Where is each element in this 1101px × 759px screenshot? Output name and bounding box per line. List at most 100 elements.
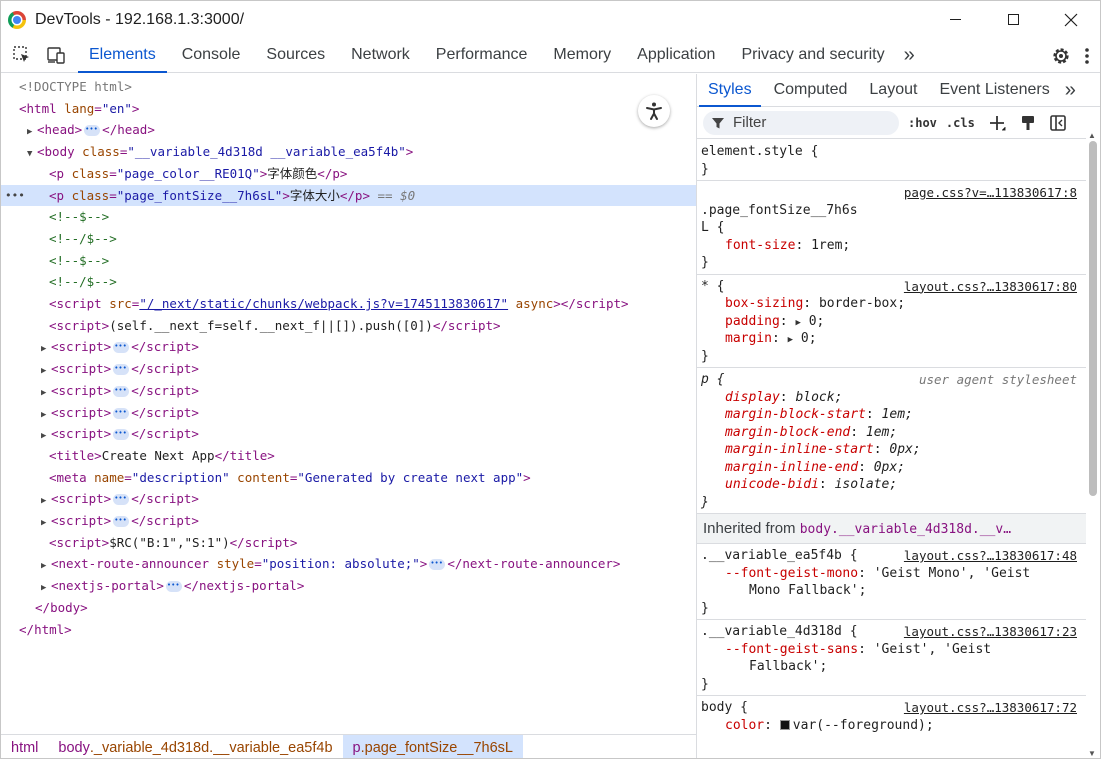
dom-node-body-close[interactable]: </body>: [1, 597, 696, 619]
dom-node-nextjs-portal[interactable]: ▶<nextjs-portal></nextjs-portal>: [1, 575, 696, 597]
styles-scrollbar[interactable]: ▲ ▼: [1086, 131, 1100, 758]
style-rule-user-agent-p[interactable]: user agent stylesheet p { display: block…: [697, 368, 1087, 514]
tag-name: next-route-announcer: [462, 556, 613, 572]
dom-node-html[interactable]: <html lang="en">: [1, 98, 696, 120]
tab-application[interactable]: Application: [624, 38, 728, 73]
ellipsis-icon[interactable]: [84, 119, 101, 141]
scroll-up-icon[interactable]: ▲: [1088, 131, 1096, 140]
dom-node-script[interactable]: ▶<script></script>: [1, 488, 696, 510]
inspect-icon: [13, 46, 29, 62]
dom-node-comment[interactable]: <!--/$-->: [1, 271, 696, 293]
expand-shorthand-icon[interactable]: ▶: [795, 318, 800, 328]
dom-node-script[interactable]: ▶<script></script>: [1, 423, 696, 445]
settings-gear-icon[interactable]: [1050, 45, 1072, 67]
tab-memory[interactable]: Memory: [540, 38, 624, 73]
rule-source-link[interactable]: layout.css?…13830617:72: [904, 700, 1077, 715]
more-tabs-button[interactable]: »: [898, 38, 921, 73]
color-swatch[interactable]: [779, 720, 790, 730]
style-rule-page-fontsize[interactable]: page.css?v=…113830617:8 .page_fontSize__…: [697, 181, 1087, 275]
hover-state-button[interactable]: :hov: [908, 116, 937, 130]
dom-node-script-rc[interactable]: <script>$RC("B:1","S:1")</script>: [1, 532, 696, 554]
ellipsis-icon[interactable]: [113, 423, 130, 445]
tab-event-listeners[interactable]: Event Listeners: [928, 74, 1060, 107]
new-style-rule-button[interactable]: [987, 113, 1007, 133]
dom-node-script-webpack[interactable]: <script src="/_next/static/chunks/webpac…: [1, 293, 696, 315]
ellipsis-icon[interactable]: [113, 488, 130, 510]
breadcrumb-html[interactable]: html: [1, 735, 48, 758]
style-property[interactable]: --font-geist-sans: 'Geist', 'Geist: [701, 641, 1087, 659]
styles-filter-input[interactable]: Filter: [703, 110, 899, 135]
dom-node-script[interactable]: ▶<script></script>: [1, 402, 696, 424]
style-property[interactable]: font-size: 1rem;: [701, 237, 1087, 255]
ellipsis-icon[interactable]: [165, 575, 182, 597]
dom-node-title[interactable]: <title>Create Next App</title>: [1, 445, 696, 467]
inherited-label: Inherited from: [703, 520, 796, 537]
ellipsis-icon[interactable]: [429, 553, 446, 575]
rendering-emulation-button[interactable]: [1019, 114, 1037, 132]
style-property[interactable]: color: var(--foreground);: [701, 717, 1087, 735]
tab-performance[interactable]: Performance: [423, 38, 541, 73]
dom-node-body[interactable]: ▼ <body class="__variable_4d318d __variab…: [1, 141, 696, 163]
accessibility-tree-button[interactable]: [638, 95, 670, 127]
toggle-sidebar-button[interactable]: [1049, 114, 1067, 132]
ellipsis-icon[interactable]: [113, 336, 130, 358]
dom-node-comment[interactable]: <!--/$-->: [1, 228, 696, 250]
rule-source-link[interactable]: layout.css?…13830617:48: [904, 548, 1077, 563]
style-rule-variable-4d318d[interactable]: layout.css?…13830617:23 .__variable_4d31…: [697, 620, 1087, 696]
tab-sources[interactable]: Sources: [253, 38, 338, 73]
tab-computed[interactable]: Computed: [763, 74, 859, 107]
inspect-element-button[interactable]: [10, 43, 34, 67]
breadcrumb-p[interactable]: p .page_fontSize__7h6sL: [342, 735, 523, 758]
tab-layout[interactable]: Layout: [858, 74, 928, 107]
node-actions-icon[interactable]: •••: [5, 185, 25, 207]
ellipsis-icon[interactable]: [113, 402, 130, 423]
dom-node-comment[interactable]: <!--$-->: [1, 250, 696, 272]
style-rule-body[interactable]: layout.css?…13830617:72 body { color: va…: [697, 696, 1087, 736]
dom-node-comment[interactable]: <!--$-->: [1, 206, 696, 228]
dom-node-doctype[interactable]: <!DOCTYPE html>: [1, 76, 696, 98]
style-property[interactable]: --font-geist-mono: 'Geist Mono', 'Geist: [701, 565, 1087, 583]
dom-node-p-color[interactable]: <p class="page_color__RE01Q">字体颜色</p>: [1, 163, 696, 185]
dom-node-p-fontsize-selected[interactable]: ••• <p class="page_fontSize__7h6sL">字体大小<…: [1, 184, 696, 207]
scroll-down-icon[interactable]: ▼: [1088, 749, 1096, 758]
rule-source-link[interactable]: page.css?v=…113830617:8: [904, 185, 1077, 200]
style-property[interactable]: padding: ▶ 0;: [701, 313, 1087, 331]
style-property[interactable]: margin: ▶ 0;: [701, 330, 1087, 348]
tab-styles[interactable]: Styles: [697, 74, 763, 107]
dom-node-html-close[interactable]: </html>: [1, 619, 696, 641]
more-sidebar-tabs-button[interactable]: »: [1061, 74, 1080, 107]
tab-console[interactable]: Console: [169, 38, 254, 73]
dom-node-head[interactable]: ▶<head></head>: [1, 119, 696, 141]
elements-dom-tree[interactable]: <!DOCTYPE html> <html lang="en"> ▶ <head>…: [1, 74, 696, 733]
expand-shorthand-icon[interactable]: ▶: [788, 335, 793, 345]
dom-node-route-announcer[interactable]: ▶ <next-route-announcer style="position: …: [1, 553, 696, 575]
inherited-selector-link[interactable]: body.__variable_4d318d.__v…: [800, 522, 1011, 537]
maximize-button[interactable]: [984, 1, 1042, 38]
more-options-icon[interactable]: [1084, 47, 1090, 65]
class-toggle-button[interactable]: .cls: [946, 116, 975, 130]
tab-network[interactable]: Network: [338, 38, 423, 73]
breadcrumb-body[interactable]: body ._variable_4d318d.__variable_ea5f4b: [48, 735, 342, 758]
dom-node-meta[interactable]: <meta name="description" content="Genera…: [1, 467, 696, 489]
device-toolbar-button[interactable]: [44, 43, 68, 67]
rule-source-link[interactable]: layout.css?…13830617:80: [904, 279, 1077, 294]
scrollbar-thumb[interactable]: [1089, 141, 1097, 496]
close-button[interactable]: [1042, 1, 1100, 38]
style-rule-universal[interactable]: layout.css?…13830617:80 * { box-sizing: …: [697, 275, 1087, 368]
style-rule-variable-ea5f4b[interactable]: layout.css?…13830617:48 .__variable_ea5f…: [697, 544, 1087, 620]
script-src-link[interactable]: "/_next/static/chunks/webpack.js?v=17451…: [139, 296, 508, 311]
element-style-rule[interactable]: element.style { }: [697, 140, 1087, 181]
tab-privacy-security[interactable]: Privacy and security: [728, 38, 897, 73]
dom-node-script[interactable]: ▶<script></script>: [1, 380, 696, 402]
dom-node-script-inline[interactable]: <script>(self.__next_f=self.__next_f||[]…: [1, 315, 696, 337]
dom-node-script[interactable]: ▶<script></script>: [1, 510, 696, 532]
dom-node-script[interactable]: ▶<script></script>: [1, 336, 696, 358]
style-property[interactable]: box-sizing: border-box;: [701, 295, 1087, 313]
dom-node-script[interactable]: ▶<script></script>: [1, 358, 696, 380]
rule-source-link[interactable]: layout.css?…13830617:23: [904, 624, 1077, 639]
minimize-button[interactable]: [926, 1, 984, 38]
ellipsis-icon[interactable]: [113, 358, 130, 380]
tab-elements[interactable]: Elements: [76, 38, 169, 73]
ellipsis-icon[interactable]: [113, 510, 130, 532]
ellipsis-icon[interactable]: [113, 380, 130, 401]
